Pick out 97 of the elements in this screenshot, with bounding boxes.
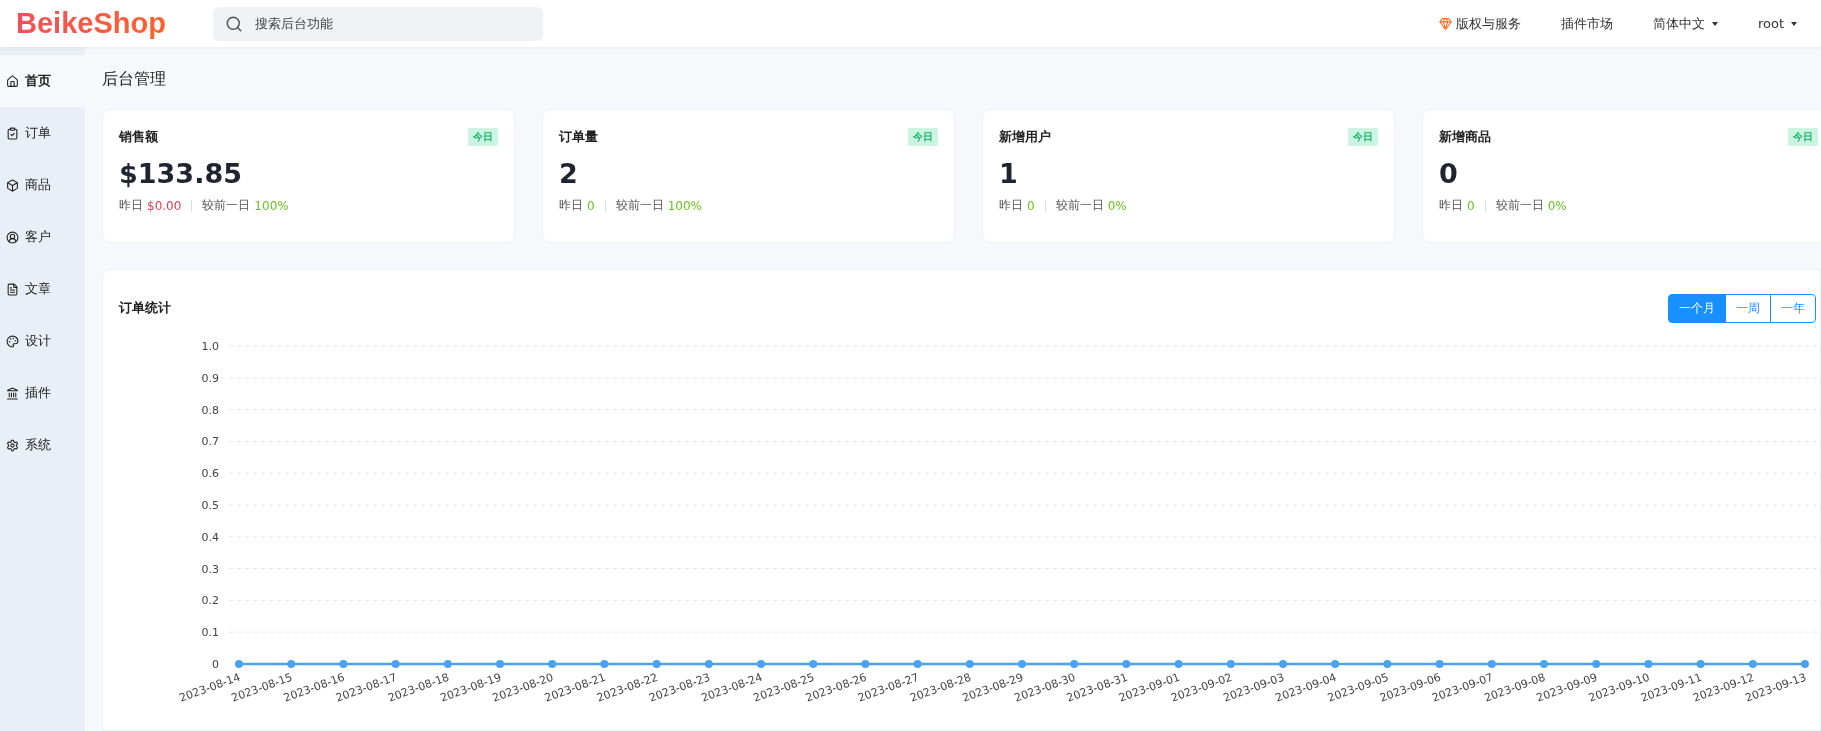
data-point	[1644, 660, 1653, 668]
today-badge: 今日	[1348, 128, 1378, 146]
sidebar-item[interactable]: 客户	[0, 211, 85, 263]
palette-icon	[6, 334, 19, 348]
data-point	[1748, 660, 1757, 668]
data-point	[287, 660, 296, 668]
today-badge: 今日	[908, 128, 938, 146]
data-point	[496, 660, 504, 668]
yesterday-label: 昨日	[1439, 197, 1463, 214]
card-title: 销售额	[119, 128, 158, 146]
sidebar-item[interactable]: 首页	[0, 55, 85, 107]
yesterday-value: 0	[1027, 198, 1035, 213]
nav-link[interactable]: 版权与服务	[1438, 14, 1521, 33]
nav-link[interactable]: 插件市场	[1560, 14, 1613, 33]
home-icon	[6, 74, 19, 88]
data-point	[548, 660, 557, 668]
data-point	[809, 660, 818, 668]
data-point	[965, 660, 974, 668]
page-title: 后台管理	[102, 67, 167, 90]
data-point	[235, 660, 243, 668]
compare-value: 0%	[1547, 198, 1567, 213]
y-axis-label: 0.8	[201, 403, 219, 417]
diamond-icon	[1438, 17, 1452, 30]
data-point	[1592, 660, 1601, 668]
today-badge: 今日	[1788, 128, 1818, 146]
card-title: 新增商品	[1439, 128, 1491, 146]
compare-label: 较前一日	[615, 197, 664, 214]
yesterday-value: 0	[1467, 198, 1475, 213]
data-point	[913, 660, 922, 668]
file-icon	[6, 282, 19, 296]
stat-value: 0	[1439, 158, 1459, 189]
data-point	[1122, 660, 1131, 668]
y-axis-label: 0.5	[201, 499, 219, 512]
sidebar-item[interactable]: 插件	[0, 367, 85, 419]
data-point	[861, 660, 870, 668]
yesterday-value: $0.00	[147, 198, 182, 213]
data-point	[1435, 660, 1444, 668]
y-axis-label: 0.7	[201, 435, 219, 449]
sidebar-item[interactable]: 文章	[0, 263, 85, 315]
y-axis-label: 0.9	[201, 371, 219, 385]
data-point	[1279, 660, 1287, 668]
sidebar-item[interactable]: 系统	[0, 419, 85, 471]
caret-icon	[1711, 21, 1718, 26]
data-point	[704, 660, 713, 668]
user-icon	[6, 230, 19, 244]
data-point	[1540, 660, 1548, 668]
y-axis-label: 0.3	[201, 562, 219, 576]
compare-value: 100%	[254, 198, 289, 213]
sidebar-item[interactable]: 商品	[0, 159, 85, 211]
compare-value: 100%	[667, 198, 702, 213]
search-field[interactable]: 搜索后台功能	[213, 6, 543, 41]
compare-label: 较前一日	[1055, 197, 1104, 214]
chart-title: 订单统计	[119, 299, 171, 317]
sidebar-item[interactable]: 设计	[0, 315, 85, 367]
data-point	[1018, 660, 1026, 668]
caret-icon	[1791, 21, 1797, 26]
search-icon	[225, 14, 243, 33]
building-icon	[6, 386, 19, 400]
y-axis-label: 0.6	[201, 467, 219, 481]
data-point	[1174, 660, 1183, 668]
data-point	[1070, 660, 1079, 668]
data-point	[1487, 660, 1496, 668]
card-title: 订单量	[559, 128, 598, 146]
dropdown-link[interactable]: root	[1757, 16, 1797, 31]
box-icon	[6, 178, 19, 192]
data-point	[1331, 660, 1340, 668]
y-axis-label: 0.2	[201, 594, 219, 608]
y-axis-label: 1.0	[201, 340, 219, 353]
y-axis-label: 0.1	[201, 626, 219, 640]
data-point	[600, 660, 609, 668]
data-point	[1801, 660, 1809, 668]
data-point	[391, 660, 400, 668]
dropdown-link[interactable]: 简体中文	[1652, 14, 1718, 33]
compare-value: 0%	[1107, 198, 1127, 213]
compare-label: 较前一日	[1495, 197, 1544, 214]
data-point	[443, 660, 452, 668]
yesterday-label: 昨日	[559, 197, 583, 214]
data-point	[757, 660, 765, 668]
yesterday-label: 昨日	[999, 197, 1023, 214]
stat-value: 2	[559, 158, 579, 189]
card-title: 新增用户	[999, 128, 1051, 146]
data-point	[652, 660, 661, 668]
data-point	[1226, 660, 1235, 668]
stat-value: $133.85	[119, 158, 243, 189]
stat-value: 1	[999, 158, 1019, 189]
y-axis-label: 0.4	[201, 530, 219, 544]
yesterday-value: 0	[587, 198, 595, 213]
data-point	[1383, 660, 1392, 668]
settings-icon	[6, 438, 19, 452]
data-point	[339, 660, 348, 668]
yesterday-label: 昨日	[119, 197, 143, 214]
clipboard-icon	[6, 126, 19, 140]
data-point	[1696, 660, 1705, 668]
today-badge: 今日	[468, 128, 498, 146]
compare-label: 较前一日	[202, 197, 251, 214]
y-axis-label: 0	[212, 658, 219, 671]
sidebar-item[interactable]: 订单	[0, 107, 85, 159]
